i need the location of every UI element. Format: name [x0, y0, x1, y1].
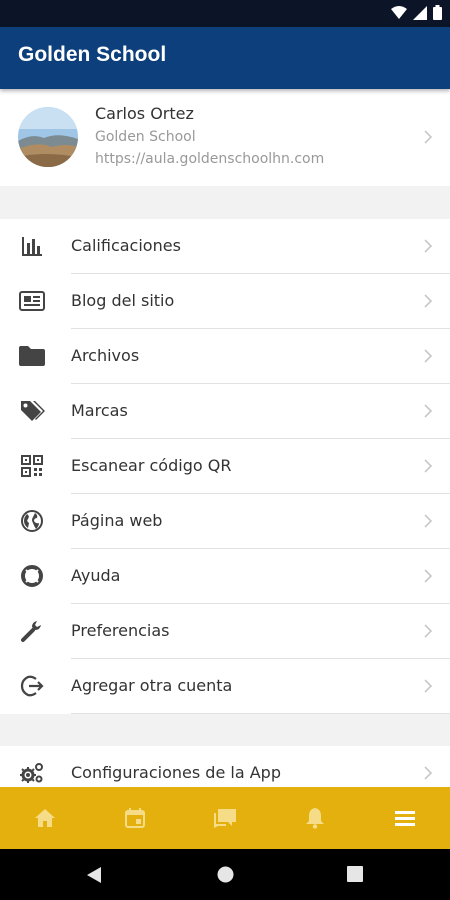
status-bar — [0, 0, 450, 27]
chevron-right-icon — [424, 130, 433, 144]
qr-code-icon — [18, 454, 46, 478]
chevron-right-icon — [424, 569, 433, 583]
avatar — [18, 107, 78, 167]
globe-icon — [18, 509, 46, 533]
status-icons — [391, 5, 442, 20]
menu-item-marcas[interactable]: Marcas — [0, 384, 450, 439]
app-title: Golden School — [18, 43, 167, 66]
bell-icon — [306, 808, 324, 829]
lifebuoy-icon — [18, 564, 46, 588]
battery-icon — [433, 5, 442, 20]
menu-item-pagina-web[interactable]: Página web — [0, 494, 450, 549]
menu-item-label: Calificaciones — [71, 236, 181, 255]
home-icon — [35, 809, 55, 827]
calendar-icon — [125, 808, 145, 828]
system-nav-bar — [0, 849, 450, 900]
tags-icon — [18, 399, 46, 423]
menu-icon — [395, 811, 415, 826]
wrench-icon — [18, 619, 46, 643]
menu-item-blog[interactable]: Blog del sitio — [0, 274, 450, 329]
tab-home[interactable] — [0, 787, 90, 849]
folder-icon — [18, 344, 46, 368]
menu-item-label: Configuraciones de la App — [71, 763, 281, 782]
chevron-right-icon — [424, 239, 433, 253]
sign-in-icon — [18, 674, 46, 698]
wifi-icon — [391, 5, 407, 19]
profile-card[interactable]: Carlos Ortez Golden School https://aula.… — [0, 89, 450, 186]
chevron-right-icon — [424, 514, 433, 528]
menu-item-preferencias[interactable]: Preferencias — [0, 604, 450, 659]
menu-item-escanear-qr[interactable]: Escanear código QR — [0, 439, 450, 494]
menu-item-configuraciones[interactable]: Configuraciones de la App — [0, 746, 450, 787]
app-bar: Golden School — [0, 27, 450, 89]
tab-messages[interactable] — [180, 787, 270, 849]
menu-item-label: Archivos — [71, 346, 140, 365]
profile-school: Golden School — [95, 129, 196, 145]
menu-item-label: Marcas — [71, 401, 128, 420]
menu-item-label: Preferencias — [71, 621, 170, 640]
menu-item-agregar-cuenta[interactable]: Agregar otra cuenta — [0, 659, 450, 714]
main-menu: Calificaciones Blog del sitio Archivos M… — [0, 219, 450, 714]
home-button-icon[interactable] — [217, 866, 234, 883]
menu-item-ayuda[interactable]: Ayuda — [0, 549, 450, 604]
menu-item-label: Escanear código QR — [71, 456, 232, 475]
gears-icon — [18, 761, 46, 785]
back-icon[interactable] — [86, 866, 102, 884]
menu-item-label: Agregar otra cuenta — [71, 676, 233, 695]
menu-item-label: Blog del sitio — [71, 291, 175, 310]
chevron-right-icon — [424, 766, 433, 780]
messages-icon — [214, 809, 236, 828]
chevron-right-icon — [424, 349, 433, 363]
bottom-nav — [0, 787, 450, 849]
divider — [71, 713, 450, 714]
chevron-right-icon — [424, 294, 433, 308]
tab-more[interactable] — [360, 787, 450, 849]
menu-item-calificaciones[interactable]: Calificaciones — [0, 219, 450, 274]
signal-icon — [413, 5, 427, 20]
chevron-right-icon — [424, 679, 433, 693]
profile-name: Carlos Ortez — [95, 104, 194, 123]
settings-menu: Configuraciones de la App — [0, 746, 450, 787]
bar-chart-icon — [18, 234, 46, 258]
menu-item-label: Página web — [71, 511, 163, 530]
chevron-right-icon — [424, 404, 433, 418]
menu-item-archivos[interactable]: Archivos — [0, 329, 450, 384]
profile-url: https://aula.goldenschoolhn.com — [95, 151, 325, 167]
tab-notifications[interactable] — [270, 787, 360, 849]
tab-calendar[interactable] — [90, 787, 180, 849]
menu-item-label: Ayuda — [71, 566, 121, 585]
chevron-right-icon — [424, 624, 433, 638]
chevron-right-icon — [424, 459, 433, 473]
newspaper-icon — [18, 289, 46, 313]
overview-icon[interactable] — [347, 866, 363, 882]
